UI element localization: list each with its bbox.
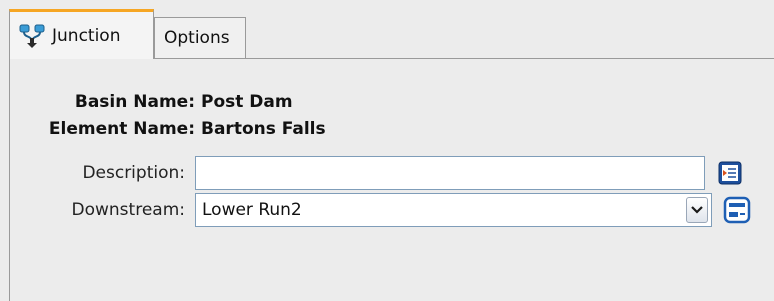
select-element-icon[interactable] <box>722 195 752 225</box>
basin-name-value: Post Dam <box>201 92 293 112</box>
description-editor-icon[interactable] <box>715 158 745 188</box>
element-name-label: Element Name: <box>48 119 195 139</box>
tab-junction-label: Junction <box>52 25 121 46</box>
basin-name-row: Basin Name: Post Dam <box>10 92 293 112</box>
downstream-row: Downstream: Lower Run2 <box>10 193 752 227</box>
downstream-select[interactable]: Lower Run2 <box>195 193 712 227</box>
tab-junction[interactable]: Junction <box>9 9 154 59</box>
tab-strip: Junction Options <box>0 0 774 59</box>
junction-panel: Basin Name: Post Dam Element Name: Bartons… <box>9 58 774 301</box>
description-row: Description: <box>10 156 745 190</box>
element-name-row: Element Name: Bartons Falls <box>10 119 326 139</box>
chevron-down-icon[interactable] <box>686 197 708 223</box>
downstream-select-value: Lower Run2 <box>202 200 302 220</box>
tab-options-label: Options <box>164 28 230 48</box>
downstream-label: Downstream: <box>71 200 185 220</box>
description-label: Description: <box>82 163 185 183</box>
tab-options[interactable]: Options <box>154 17 246 58</box>
element-name-value: Bartons Falls <box>201 119 326 139</box>
junction-icon <box>18 23 46 49</box>
description-input[interactable] <box>195 156 705 190</box>
basin-name-label: Basin Name: <box>74 92 195 112</box>
